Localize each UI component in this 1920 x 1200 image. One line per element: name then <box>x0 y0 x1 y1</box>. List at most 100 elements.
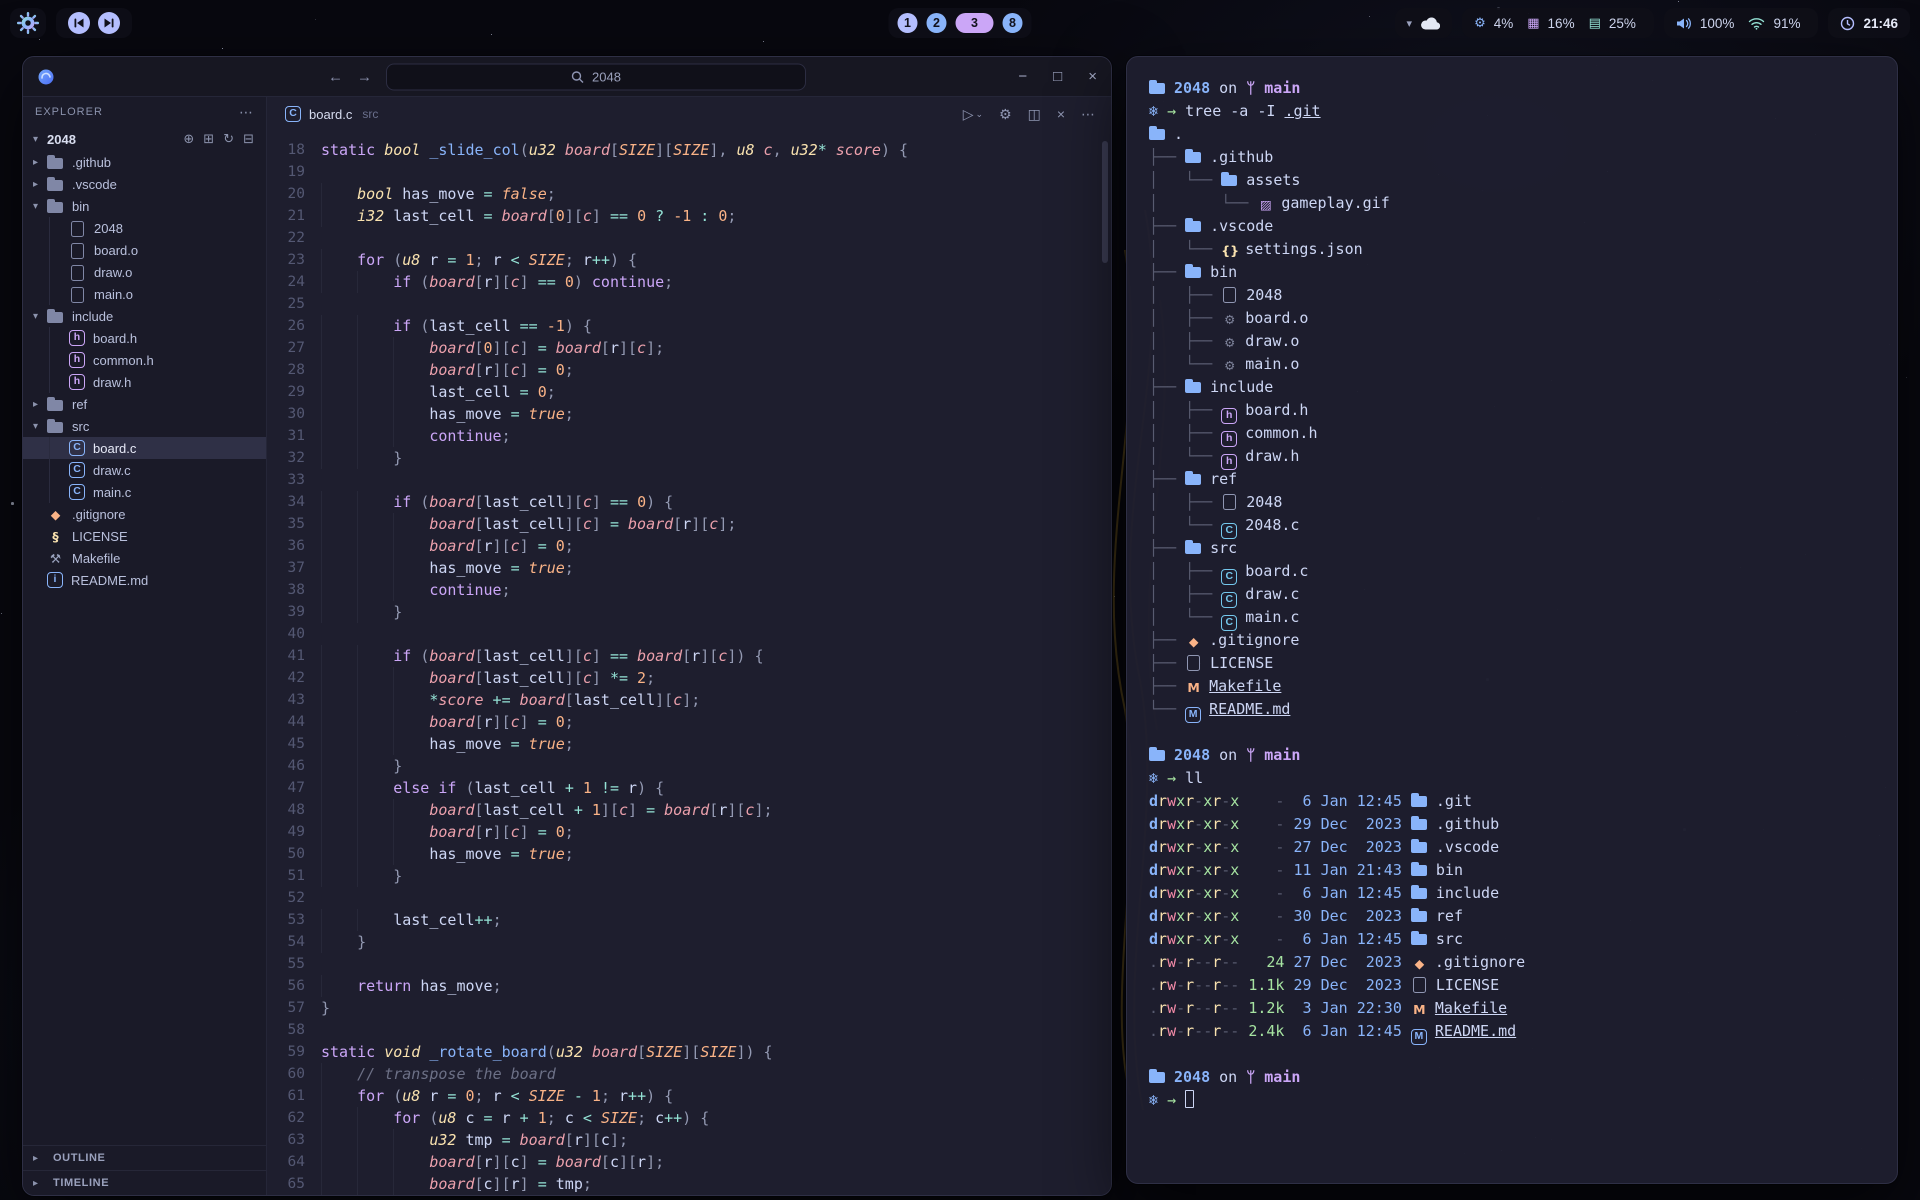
tree-item-ref[interactable]: ▸ref <box>23 393 266 415</box>
tree-root[interactable]: ▾ 2048 ⊕ ⊞ ↻ ⊟ <box>23 127 266 151</box>
workspace-2[interactable]: 2 <box>927 13 947 33</box>
workspace-3[interactable]: 3 <box>956 13 994 33</box>
chevron-right-icon: ▸ <box>33 1178 47 1189</box>
explorer-sidebar: EXPLORER ⋯ ▾ 2048 ⊕ ⊞ ↻ ⊟ ▸.github▸.vsco… <box>23 97 267 1195</box>
explorer-more-icon[interactable]: ⋯ <box>239 104 254 121</box>
tree-item-include[interactable]: ▾include <box>23 305 266 327</box>
editor-titlebar[interactable]: ← → 2048 − □ × <box>23 57 1111 97</box>
tree-item-main.c[interactable]: Cmain.c <box>23 481 266 503</box>
tree-item-draw.h[interactable]: hdraw.h <box>23 371 266 393</box>
tabbar: C board.c src ▷⌄ ⚙ ◫ × ⋯ <box>267 97 1111 131</box>
settings-gear-icon[interactable]: ⚙ <box>999 106 1012 123</box>
audio-network-widget[interactable]: 100% 91% <box>1664 8 1819 38</box>
run-dropdown-icon: ⌄ <box>975 109 983 119</box>
collapse-all-button[interactable]: ⊟ <box>243 131 254 147</box>
app-icon <box>37 68 55 86</box>
tree-item-board.c[interactable]: Cboard.c <box>23 437 266 459</box>
tab-name: board.c <box>309 107 352 122</box>
folder-icon <box>1185 379 1202 393</box>
scrollbar[interactable] <box>1102 141 1108 263</box>
terminal-window[interactable]: 2048 on ᛘ main❄ → tree -a -I .git.├── .g… <box>1126 56 1898 1184</box>
h-icon: h <box>69 374 85 390</box>
make-icon: M <box>1185 676 1202 699</box>
tree-item-main.o[interactable]: main.o <box>23 283 266 305</box>
tab-board.c[interactable]: C board.c src <box>285 106 378 122</box>
split-editor-button[interactable]: ◫ <box>1028 106 1041 123</box>
wifi-icon <box>1748 17 1765 30</box>
tree-item-README.md[interactable]: iREADME.md <box>23 569 266 591</box>
file-icon <box>1221 287 1238 301</box>
file-icon <box>69 221 86 235</box>
skip-back-icon <box>73 17 85 29</box>
weather-widget[interactable]: ▾ <box>1395 8 1453 38</box>
c-icon: C <box>69 462 85 478</box>
launcher-button[interactable] <box>10 8 46 38</box>
c-icon: C <box>285 106 301 122</box>
workspace-1[interactable]: 1 <box>898 13 918 33</box>
nav-forward-button[interactable]: → <box>357 68 372 85</box>
file-icon <box>69 243 86 257</box>
tree-item-draw.c[interactable]: Cdraw.c <box>23 459 266 481</box>
tree-item-board.o[interactable]: board.o <box>23 239 266 261</box>
md-icon: M <box>1411 1029 1427 1045</box>
tree-item-draw.o[interactable]: draw.o <box>23 261 266 283</box>
terminal-output: 2048 on ᛘ main❄ → tree -a -I .git.├── .g… <box>1127 57 1897 1132</box>
run-button[interactable]: ▷⌄ <box>963 106 983 123</box>
close-editor-button[interactable]: × <box>1057 106 1065 122</box>
cloud-icon <box>1420 16 1440 30</box>
obj-icon: ⚙ <box>1221 308 1238 331</box>
folder-icon <box>1149 1069 1166 1083</box>
nav-back-button[interactable]: ← <box>328 68 343 85</box>
folder-icon <box>1185 540 1202 554</box>
folder-icon <box>47 397 64 411</box>
file-icon <box>1185 655 1202 669</box>
h-icon: h <box>69 352 85 368</box>
tree-item-LICENSE[interactable]: §LICENSE <box>23 525 266 547</box>
minimize-button[interactable]: − <box>1018 68 1027 85</box>
system-stats[interactable]: ⚙4%▦16%▤25% <box>1462 8 1654 38</box>
tree-item-src[interactable]: ▾src <box>23 415 266 437</box>
tab-path-hint: src <box>362 107 378 121</box>
obj-icon: ⚙ <box>1221 331 1238 354</box>
clock-time: 21:46 <box>1863 16 1898 31</box>
make-icon: ⚒ <box>47 551 64 566</box>
code-area[interactable]: 1819202122232425262728293031323334353637… <box>267 131 1111 1195</box>
volume-icon <box>1676 17 1692 30</box>
tree-item-.vscode[interactable]: ▸.vscode <box>23 173 266 195</box>
outline-panel[interactable]: ▸ OUTLINE <box>23 1145 266 1170</box>
workspace-8[interactable]: 8 <box>1003 13 1023 33</box>
maximize-button[interactable]: □ <box>1053 68 1062 85</box>
tree-item-common.h[interactable]: hcommon.h <box>23 349 266 371</box>
media-prev-button[interactable] <box>68 12 90 34</box>
refresh-button[interactable]: ↻ <box>223 131 234 147</box>
folder-icon <box>1185 149 1202 163</box>
skip-forward-icon <box>103 17 115 29</box>
folder-icon <box>1411 908 1428 922</box>
tree-item-2048[interactable]: 2048 <box>23 217 266 239</box>
file-icon <box>69 287 86 301</box>
file-icon <box>1411 977 1428 991</box>
folder-open-icon <box>47 199 64 213</box>
memory-icon: ▦ <box>1527 16 1539 31</box>
clock-widget[interactable]: 21:46 <box>1828 8 1910 38</box>
new-folder-button[interactable]: ⊞ <box>203 131 214 147</box>
folder-icon <box>1149 126 1166 140</box>
tree-item-board.h[interactable]: hboard.h <box>23 327 266 349</box>
folder-icon <box>1411 931 1428 945</box>
git-icon: ◆ <box>1411 952 1428 975</box>
close-button[interactable]: × <box>1088 68 1097 85</box>
img-icon: ▨ <box>1257 193 1274 216</box>
new-file-button[interactable]: ⊕ <box>183 131 194 147</box>
c-icon: C <box>69 440 85 456</box>
media-next-button[interactable] <box>98 12 120 34</box>
search-input[interactable]: 2048 <box>386 63 806 90</box>
disk-value: 25% <box>1609 16 1636 31</box>
tree-item-Makefile[interactable]: ⚒Makefile <box>23 547 266 569</box>
more-actions-button[interactable]: ⋯ <box>1081 106 1095 123</box>
tree-item-.github[interactable]: ▸.github <box>23 151 266 173</box>
cpu-icon: ⚙ <box>1474 16 1486 31</box>
timeline-panel[interactable]: ▸ TIMELINE <box>23 1170 266 1195</box>
file-icon <box>69 265 86 279</box>
tree-item-.gitignore[interactable]: ◆.gitignore <box>23 503 266 525</box>
tree-item-bin[interactable]: ▾bin <box>23 195 266 217</box>
